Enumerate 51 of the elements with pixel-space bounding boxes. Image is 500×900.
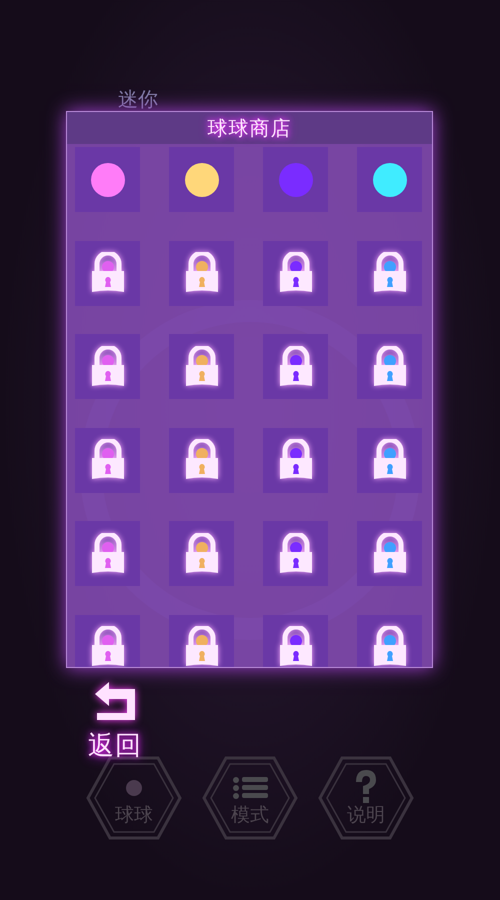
padlock-icon: [372, 626, 408, 667]
padlock-icon: [184, 532, 220, 574]
padlock-icon: [184, 626, 220, 667]
shop-item[interactable]: [169, 334, 234, 399]
padlock-icon: [90, 346, 126, 388]
game-title-text: 迷你: [118, 86, 158, 113]
padlock-icon: [184, 346, 220, 388]
shop-item[interactable]: [75, 428, 140, 492]
ball-icon: [90, 162, 126, 198]
shop-item[interactable]: [169, 147, 234, 212]
shop-item[interactable]: [75, 521, 140, 586]
shop-item[interactable]: [263, 521, 328, 586]
padlock-icon: [372, 532, 408, 574]
shop-item[interactable]: [263, 240, 328, 306]
shop-item[interactable]: [75, 334, 140, 399]
shop-item[interactable]: [357, 614, 422, 667]
padlock-icon: [184, 439, 220, 481]
shop-item[interactable]: [75, 147, 140, 212]
shop-item[interactable]: [357, 334, 422, 399]
padlock-icon: [278, 252, 314, 294]
padlock-icon: [184, 252, 220, 294]
shop-title: 球球商店: [208, 114, 292, 142]
ball-icon: [372, 162, 408, 198]
padlock-icon: [278, 626, 314, 667]
shop-item[interactable]: [75, 614, 140, 667]
shop-item[interactable]: [263, 428, 328, 492]
padlock-icon: [278, 346, 314, 388]
padlock-icon: [372, 439, 408, 481]
padlock-icon: [90, 532, 126, 574]
ball-icon: [278, 162, 314, 198]
padlock-icon: [90, 439, 126, 481]
padlock-icon: [278, 532, 314, 574]
shop-item[interactable]: [357, 521, 422, 586]
padlock-icon: [372, 346, 408, 388]
padlock-icon: [90, 626, 126, 667]
shop-item[interactable]: [263, 614, 328, 667]
shop-item[interactable]: [169, 521, 234, 586]
shop-item[interactable]: [357, 428, 422, 492]
padlock-icon: [90, 252, 126, 294]
shop-item[interactable]: [263, 334, 328, 399]
shop-item[interactable]: [169, 240, 234, 306]
padlock-icon: [372, 252, 408, 294]
shop-item[interactable]: [357, 147, 422, 212]
shop-item[interactable]: [357, 240, 422, 306]
shop-item[interactable]: [169, 428, 234, 492]
shop-item[interactable]: [169, 614, 234, 667]
padlock-icon: [278, 439, 314, 481]
menu-button[interactable]: 球球: [86, 756, 182, 840]
ball-icon: [184, 162, 220, 198]
menu-button[interactable]: 说明: [318, 756, 414, 840]
shop-item[interactable]: [75, 240, 140, 306]
